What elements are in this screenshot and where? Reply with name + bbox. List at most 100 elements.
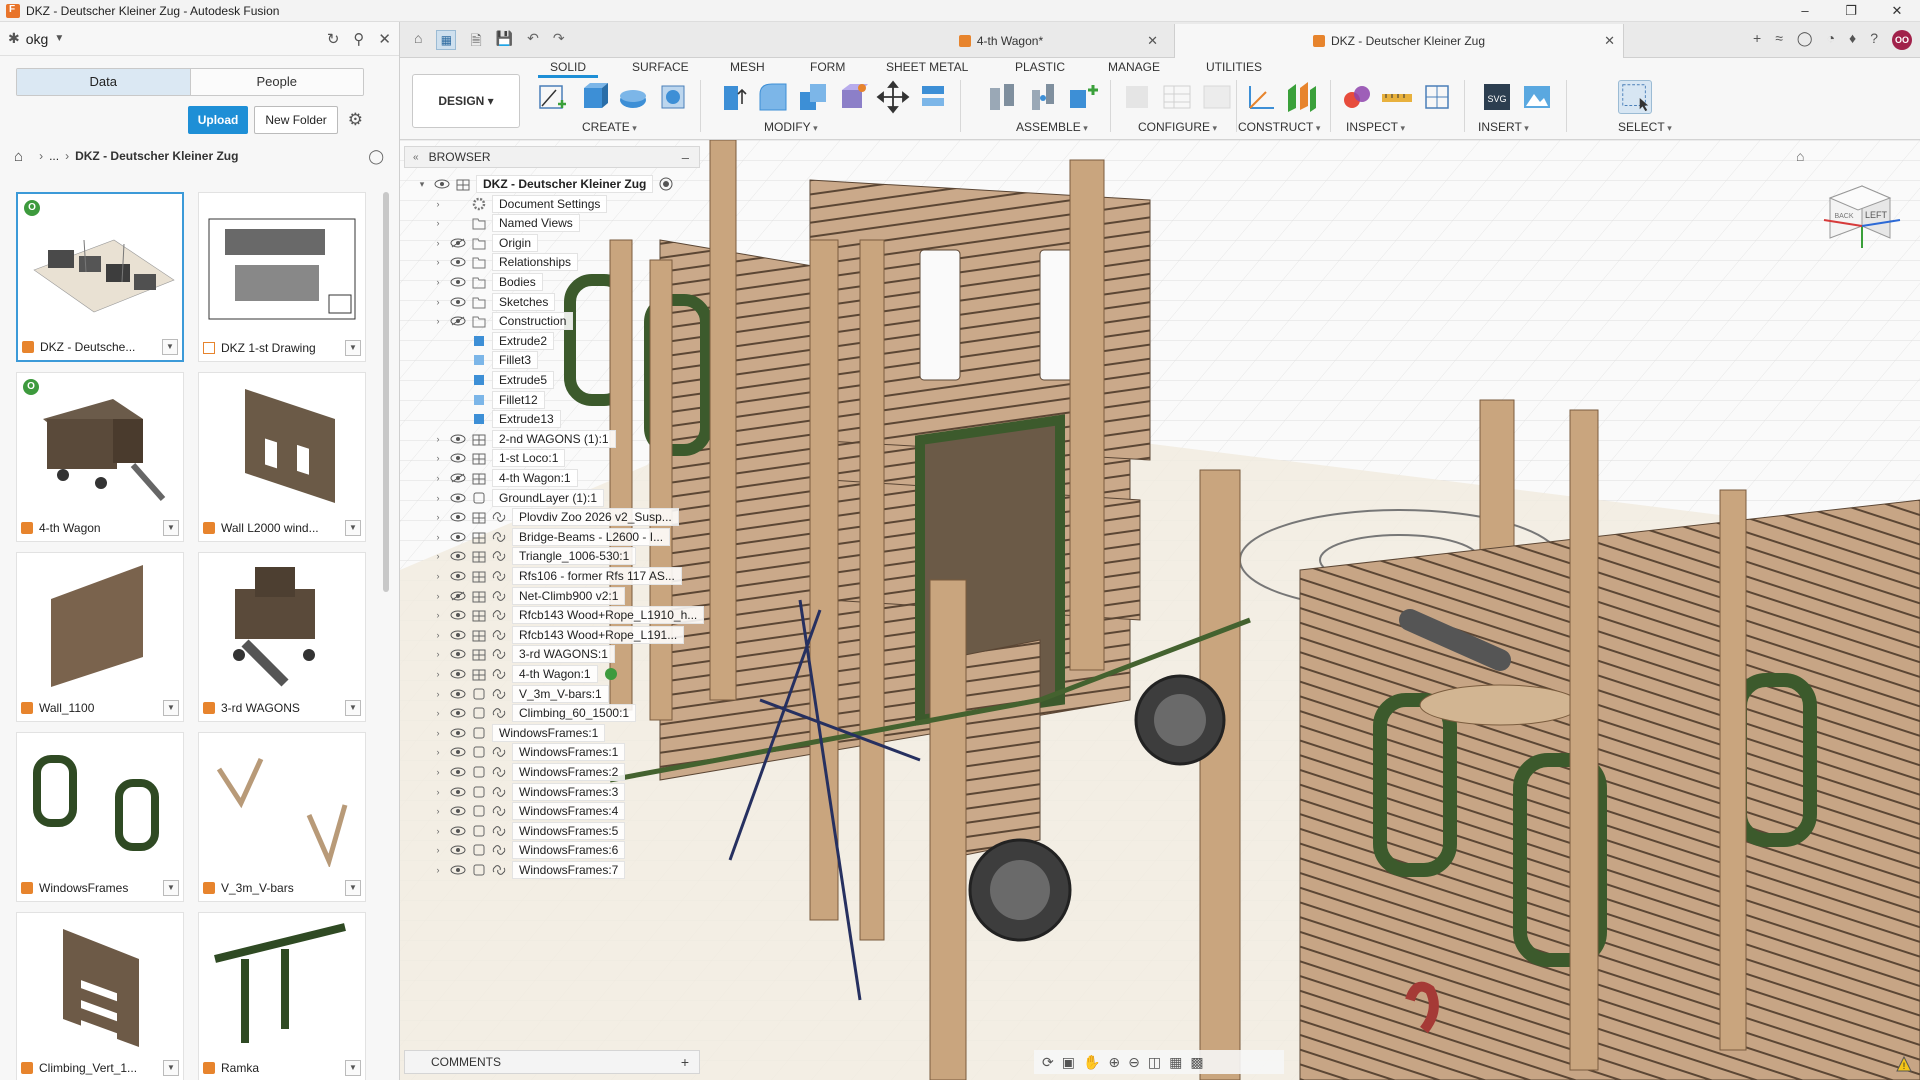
press-pull-icon[interactable] <box>716 80 750 114</box>
look-at-icon[interactable]: ▣ <box>1062 1054 1075 1071</box>
browser-node[interactable]: › 3-rd WAGONS:1 <box>432 644 615 664</box>
browser-root[interactable]: ▾ DKZ - Deutscher Kleiner Zug <box>416 174 679 194</box>
display-settings-icon[interactable]: ◫ <box>1148 1054 1161 1071</box>
measure-icon[interactable] <box>1380 80 1414 114</box>
browser-node[interactable]: › Rfs106 - former Rfs 117 AS... <box>432 566 682 586</box>
eye-icon[interactable] <box>450 845 466 855</box>
browser-node[interactable]: › Triangle_1006-530:1 <box>432 546 637 566</box>
browser-node[interactable]: › WindowsFrames:1 <box>432 723 606 743</box>
browser-node[interactable]: › Construction <box>432 311 574 331</box>
file-menu-button[interactable]: ▼ <box>163 700 179 716</box>
chevron-right-icon[interactable]: › <box>432 649 444 659</box>
chevron-right-icon[interactable]: › <box>432 689 444 699</box>
assemble-menu[interactable]: ASSEMBLE <box>1016 120 1088 134</box>
browser-node[interactable]: › Sketches <box>432 292 556 312</box>
file-menu-button[interactable]: ▼ <box>162 339 178 355</box>
chevron-right-icon[interactable]: › <box>432 493 444 503</box>
globe-icon[interactable]: ◯ <box>368 148 384 165</box>
tab-mesh[interactable]: MESH <box>730 60 765 74</box>
section-analysis-icon[interactable] <box>1420 80 1454 114</box>
browser-node[interactable]: › Bridge-Beams - L2600 - I... <box>432 527 671 547</box>
browser-node[interactable]: › Net-Climb900 v2:1 <box>432 586 626 606</box>
combine-icon[interactable] <box>796 80 830 114</box>
tab-form[interactable]: FORM <box>810 60 845 74</box>
doc-tab-4th-wagon[interactable]: 4-th Wagon* ✕ <box>836 24 1166 58</box>
doc-tab-dkz[interactable]: DKZ - Deutscher Kleiner Zug ✕ <box>1174 24 1624 58</box>
online-status-icon[interactable]: ◯ <box>1797 30 1813 50</box>
eye-icon[interactable] <box>450 571 466 581</box>
extensions-icon[interactable]: ≈ <box>1775 30 1783 50</box>
eye-icon[interactable] <box>450 747 466 757</box>
inspect-menu[interactable]: INSPECT <box>1346 120 1405 134</box>
browser-node[interactable]: › 4-th Wagon:1 <box>432 468 578 488</box>
chevron-right-icon[interactable]: › <box>432 630 444 640</box>
eye-icon[interactable] <box>450 257 466 267</box>
save-icon[interactable]: 💾 <box>496 30 513 54</box>
breadcrumb-ellipsis[interactable]: ... <box>49 149 59 163</box>
chevron-right-icon[interactable]: › <box>432 277 444 287</box>
align-icon[interactable] <box>916 80 950 114</box>
eye-icon[interactable] <box>450 806 466 816</box>
insert-image-icon[interactable] <box>1520 80 1554 114</box>
browser-node[interactable]: › WindowsFrames:2 <box>432 762 626 782</box>
eye-hidden-icon[interactable] <box>450 591 466 601</box>
chevron-right-icon[interactable]: › <box>432 316 444 326</box>
eye-icon[interactable] <box>450 708 466 718</box>
insert-svg-icon[interactable]: SVG <box>1480 80 1514 114</box>
eye-icon[interactable] <box>450 493 466 503</box>
chevron-right-icon[interactable]: › <box>432 845 444 855</box>
chevron-right-icon[interactable]: › <box>432 297 444 307</box>
tab-utilities[interactable]: UTILITIES <box>1206 60 1262 74</box>
browser-node[interactable]: › Bodies <box>432 272 543 292</box>
comments-panel[interactable]: COMMENTS + <box>404 1050 700 1074</box>
chevron-right-icon[interactable]: › <box>432 199 444 209</box>
file-menu-button[interactable]: ▼ <box>345 340 361 356</box>
browser-node[interactable]: › Relationships <box>432 252 579 272</box>
minimize-button[interactable]: – <box>1782 0 1828 22</box>
chevron-right-icon[interactable]: › <box>432 434 444 444</box>
file-card[interactable]: Ramka ▼ <box>198 912 366 1080</box>
hole-icon[interactable] <box>656 80 690 114</box>
chevron-right-icon[interactable]: › <box>432 767 444 777</box>
activate-icon[interactable] <box>659 177 673 191</box>
browser-node[interactable]: Fillet12 <box>432 390 545 410</box>
browser-node[interactable]: › WindowsFrames:5 <box>432 821 626 841</box>
chevron-right-icon[interactable]: › <box>432 571 444 581</box>
file-menu-button[interactable]: ▼ <box>345 1060 361 1076</box>
eye-icon[interactable] <box>434 179 450 189</box>
eye-icon[interactable] <box>450 297 466 307</box>
insert-menu[interactable]: INSERT <box>1478 120 1529 134</box>
orbit-icon[interactable]: ⟳ <box>1042 1054 1054 1071</box>
avatar[interactable]: OO <box>1892 30 1912 50</box>
chevron-right-icon[interactable]: › <box>432 728 444 738</box>
browser-node[interactable]: Extrude5 <box>432 370 555 390</box>
warning-icon[interactable]: ! <box>1896 1056 1912 1072</box>
workspace-switcher[interactable]: DESIGN ▾ <box>412 74 520 128</box>
move-icon[interactable] <box>876 80 910 114</box>
create-sketch-icon[interactable] <box>536 80 570 114</box>
chevron-right-icon[interactable]: › <box>432 591 444 601</box>
file-menu-button[interactable]: ▼ <box>345 520 361 536</box>
viewports-icon[interactable]: ▩ <box>1190 1054 1203 1071</box>
chevron-right-icon[interactable]: › <box>432 747 444 757</box>
team-name[interactable]: okg <box>26 31 49 47</box>
eye-icon[interactable] <box>450 532 466 542</box>
file-card[interactable]: Wall L2000 wind... ▼ <box>198 372 366 542</box>
viewcube-left-face[interactable]: LEFT <box>1865 210 1888 220</box>
close-tab-icon[interactable]: ✕ <box>1147 33 1158 49</box>
chevron-right-icon[interactable]: › <box>432 669 444 679</box>
fit-icon[interactable]: ⊖ <box>1128 1054 1140 1071</box>
file-card[interactable]: Wall_1100 ▼ <box>16 552 184 722</box>
select-icon[interactable] <box>1618 80 1652 114</box>
chevron-right-icon[interactable]: › <box>432 512 444 522</box>
eye-icon[interactable] <box>450 669 466 679</box>
browser-node[interactable]: › V_3m_V-bars:1 <box>432 684 609 704</box>
tab-manage[interactable]: MANAGE <box>1108 60 1160 74</box>
eye-icon[interactable] <box>450 728 466 738</box>
eye-icon[interactable] <box>450 689 466 699</box>
new-folder-button[interactable]: New Folder <box>254 106 338 134</box>
browser-node[interactable]: › WindowsFrames:4 <box>432 801 626 821</box>
job-status-icon[interactable]: ◔ <box>1827 30 1835 50</box>
data-panel-scrollbar[interactable] <box>383 192 389 592</box>
browser-node[interactable]: › Rfcb143 Wood+Rope_L191... <box>432 625 685 645</box>
